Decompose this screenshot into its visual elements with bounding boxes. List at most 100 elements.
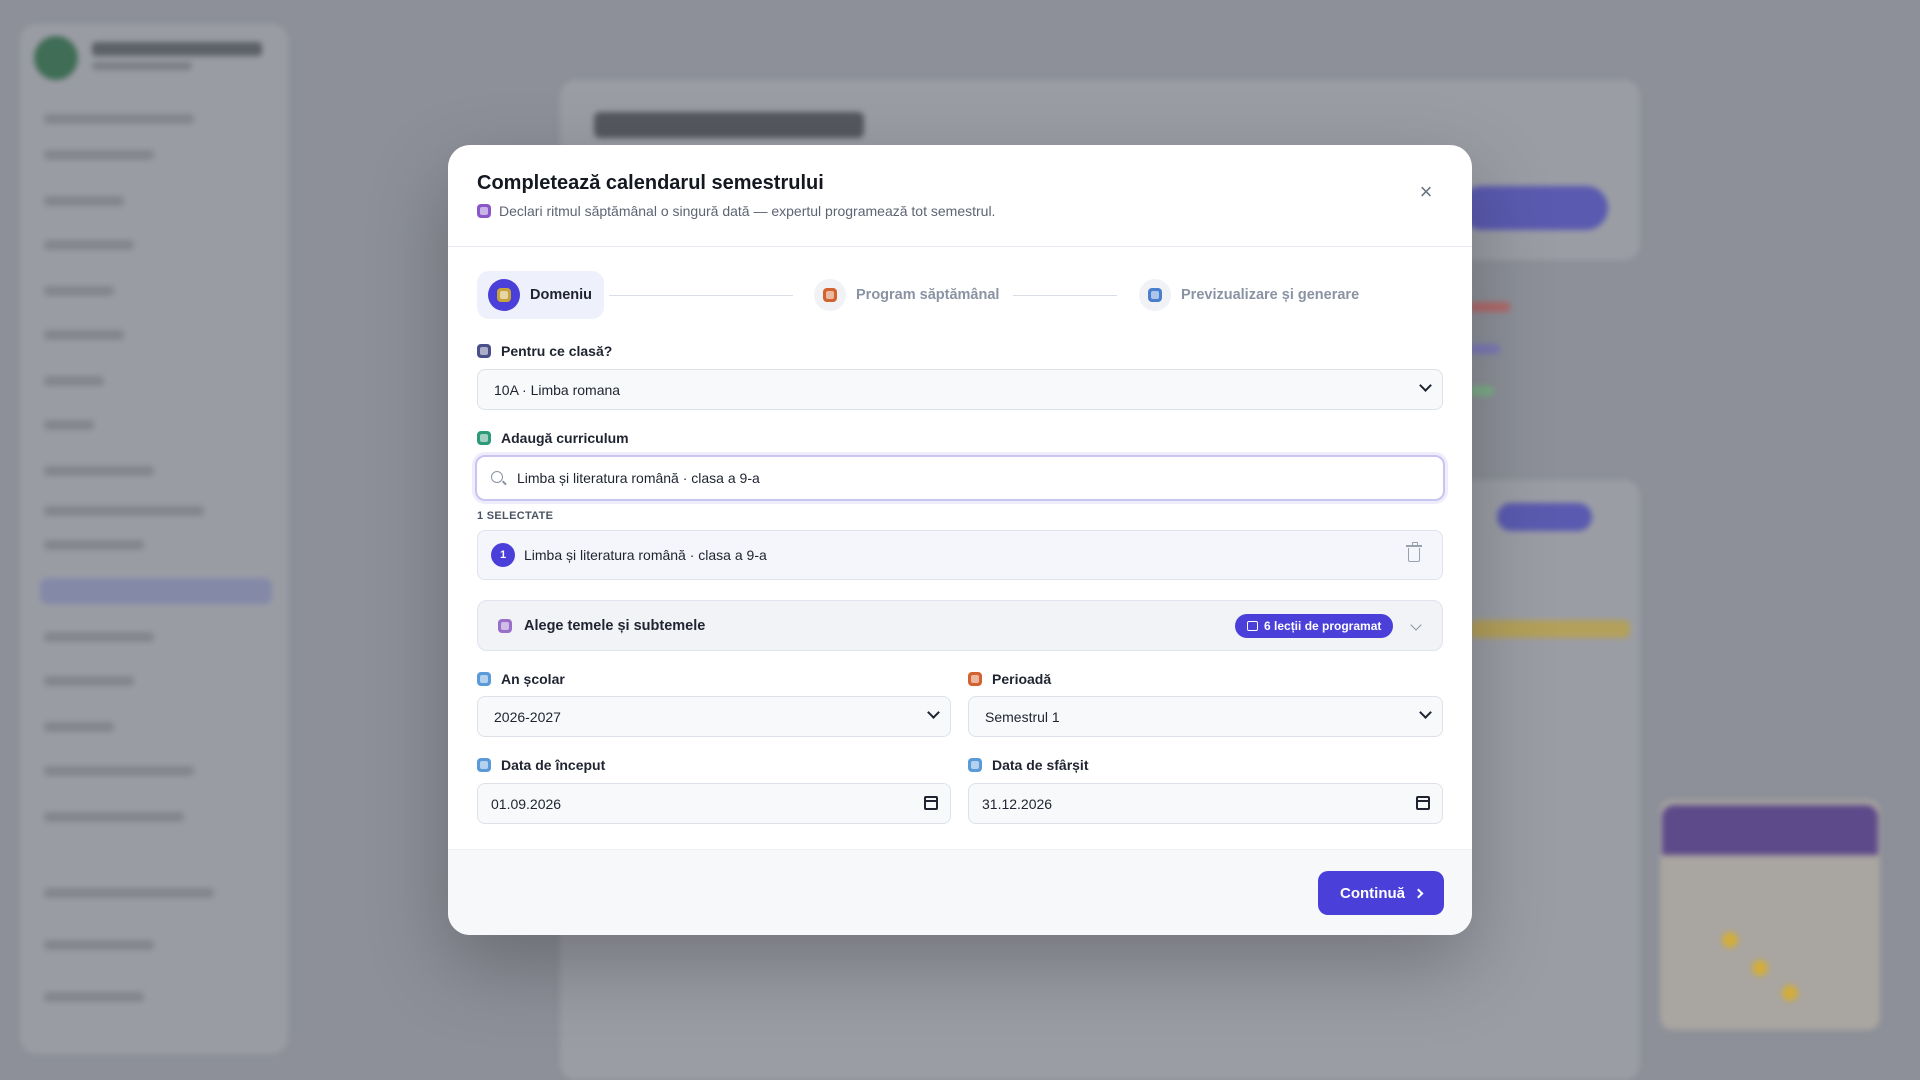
calendar-icon bbox=[477, 758, 491, 772]
end-date-label: Data de sfârșit bbox=[968, 757, 1088, 773]
date-picker-icon[interactable] bbox=[1416, 796, 1430, 810]
books-icon bbox=[477, 431, 491, 445]
step-connector bbox=[609, 295, 793, 296]
bg-nav-item bbox=[44, 632, 154, 642]
chevron-down-icon bbox=[927, 706, 940, 719]
wizard-stepper: Domeniu Program săptămânal Previzualizar… bbox=[477, 271, 1443, 319]
date-picker-icon[interactable] bbox=[924, 796, 938, 810]
calendar-icon bbox=[968, 758, 982, 772]
bg-marker bbox=[1470, 620, 1630, 638]
bg-calendar-dot bbox=[1752, 960, 1768, 976]
school-year-label-text: An școlar bbox=[501, 671, 565, 687]
bg-nav-item bbox=[44, 992, 144, 1002]
domain-step-icon bbox=[488, 279, 520, 311]
lessons-badge: 6 lecții de programat bbox=[1235, 614, 1394, 638]
bg-calendar-dot bbox=[1722, 932, 1738, 948]
close-button[interactable]: × bbox=[1412, 178, 1440, 206]
tag-icon bbox=[498, 618, 512, 633]
chevron-down-icon bbox=[1410, 619, 1422, 631]
calendar-icon bbox=[477, 672, 491, 686]
modal-subtitle: Declari ritmul săptămânal o singură dată… bbox=[477, 203, 995, 219]
preview-step-icon bbox=[1139, 279, 1171, 311]
bg-calendar-dot bbox=[1782, 985, 1798, 1001]
topics-label: Alege temele și subtemele bbox=[524, 617, 706, 634]
step-domain[interactable]: Domeniu bbox=[477, 271, 605, 319]
start-date-input[interactable]: 01.09.2026 bbox=[477, 783, 951, 824]
end-date-value: 31.12.2026 bbox=[982, 795, 1053, 812]
weekly-program-step-icon bbox=[814, 279, 846, 311]
start-date-label: Data de început bbox=[477, 757, 605, 773]
bg-nav-item bbox=[44, 722, 114, 732]
curriculum-label-text: Adaugă curriculum bbox=[501, 430, 629, 446]
modal-footer: Continuă bbox=[448, 849, 1472, 935]
bg-nav-item bbox=[44, 196, 124, 206]
bg-nav-item bbox=[44, 888, 214, 898]
bg-nav-active bbox=[40, 578, 272, 604]
continue-label: Continuă bbox=[1340, 884, 1405, 902]
bg-marker bbox=[1470, 302, 1510, 312]
close-icon: × bbox=[1419, 179, 1433, 204]
bg-sidebar bbox=[20, 24, 288, 1054]
start-date-label-text: Data de început bbox=[501, 757, 606, 773]
lessons-badge-text: 6 lecții de programat bbox=[1264, 619, 1382, 633]
search-icon bbox=[491, 471, 503, 483]
semester-calendar-modal: Completează calendarul semestrului Decla… bbox=[448, 145, 1472, 935]
bg-logo-text bbox=[92, 42, 262, 56]
school-year-select[interactable]: 2026-2027 bbox=[477, 696, 951, 737]
step-weekly-program[interactable]: Program săptămânal bbox=[814, 271, 999, 319]
bg-nav-item bbox=[44, 676, 134, 686]
modal-header: Completează calendarul semestrului Decla… bbox=[448, 145, 1472, 247]
class-label: Pentru ce clasă? bbox=[477, 343, 612, 359]
step-connector bbox=[1013, 295, 1117, 296]
bg-nav-item bbox=[44, 420, 94, 430]
bg-nav-item bbox=[44, 286, 114, 296]
bg-nav-item bbox=[44, 940, 154, 950]
end-date-label-text: Data de sfârșit bbox=[992, 757, 1089, 773]
bg-nav-item bbox=[44, 114, 194, 124]
start-date-value: 01.09.2026 bbox=[491, 795, 562, 812]
bg-marker bbox=[1470, 386, 1494, 396]
chevron-down-icon bbox=[1419, 706, 1432, 719]
bg-marker bbox=[1470, 344, 1500, 354]
trash-icon[interactable] bbox=[1406, 542, 1422, 562]
step-label: Previzualizare și generare bbox=[1181, 287, 1360, 303]
modal-subtitle-text: Declari ritmul săptămânal o singură dată… bbox=[499, 203, 996, 219]
bg-nav-item bbox=[44, 812, 184, 822]
bg-nav-item bbox=[44, 330, 124, 340]
class-label-text: Pentru ce clasă? bbox=[501, 343, 613, 359]
step-label: Domeniu bbox=[530, 287, 593, 303]
class-select-value: 10A · Limba romana bbox=[494, 381, 621, 398]
period-label: Perioadă bbox=[968, 671, 1051, 687]
continue-button[interactable]: Continuă bbox=[1318, 871, 1444, 915]
bg-logo-subtext bbox=[92, 62, 192, 70]
curriculum-search-input[interactable]: Limba și literatura română · clasa a 9-a bbox=[475, 455, 1445, 501]
bg-nav-item bbox=[44, 150, 154, 160]
bg-nav-item bbox=[44, 506, 204, 516]
step-preview-generate[interactable]: Previzualizare și generare bbox=[1139, 271, 1359, 319]
school-year-label: An școlar bbox=[477, 671, 565, 687]
school-year-value: 2026-2027 bbox=[494, 708, 561, 725]
bg-nav-item bbox=[44, 376, 104, 386]
step-label: Program săptămânal bbox=[856, 287, 1000, 303]
bg-nav-item bbox=[44, 766, 194, 776]
period-value: Semestrul 1 bbox=[985, 708, 1060, 725]
bg-pill bbox=[1497, 503, 1592, 531]
preview-icon bbox=[1148, 288, 1162, 302]
clipboard-icon bbox=[823, 288, 837, 302]
class-icon bbox=[477, 344, 491, 358]
chevron-right-icon bbox=[1413, 888, 1424, 898]
folder-icon bbox=[497, 288, 511, 302]
topics-accordion[interactable]: Alege temele și subtemele 6 lecții de pr… bbox=[477, 600, 1443, 651]
period-select[interactable]: Semestrul 1 bbox=[968, 696, 1443, 737]
bg-logo bbox=[34, 36, 78, 80]
bg-nav-item bbox=[44, 466, 154, 476]
curriculum-label: Adaugă curriculum bbox=[477, 430, 629, 446]
chevron-down-icon bbox=[1419, 379, 1432, 392]
end-date-input[interactable]: 31.12.2026 bbox=[968, 783, 1443, 824]
modal-title: Completează calendarul semestrului bbox=[477, 172, 824, 194]
curriculum-search-value: Limba și literatura română · clasa a 9-a bbox=[517, 470, 760, 486]
class-select[interactable]: 10A · Limba romana bbox=[477, 369, 1443, 410]
bg-calendar-header bbox=[1662, 805, 1878, 855]
selected-count: 1 SELECTATE bbox=[477, 510, 554, 522]
bg-nav-item bbox=[44, 240, 134, 250]
